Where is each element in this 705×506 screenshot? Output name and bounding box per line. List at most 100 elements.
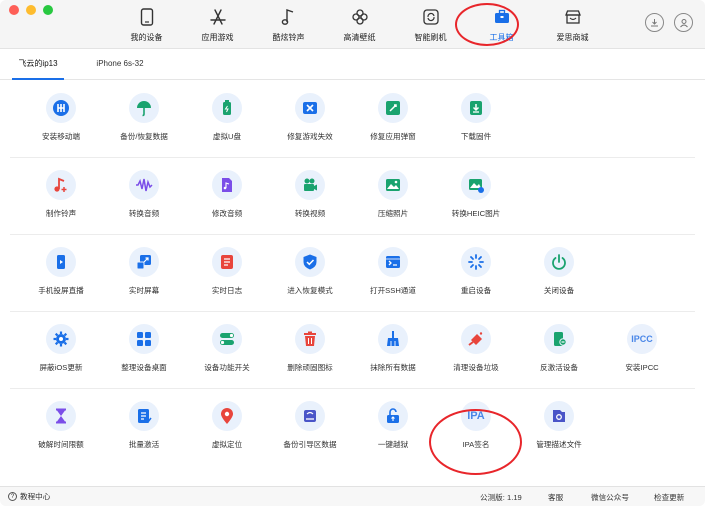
music-note-icon [279, 7, 299, 27]
tool-compress-photo[interactable]: 压缩照片 [351, 157, 435, 234]
tool-virtual-location[interactable]: 虚拟定位 [185, 388, 269, 465]
tutorial-center-link[interactable]: ? 教程中心 [8, 491, 50, 502]
nav-wallpapers[interactable]: 高清壁纸 [324, 0, 395, 48]
flower-icon [350, 7, 370, 27]
tool-label: 打开SSH通道 [370, 286, 416, 295]
window-controls [9, 5, 53, 15]
screen-arrow-icon [129, 247, 159, 277]
tool-row: 破解时间限额 批量激活 虚拟定位 备份引导区数据 一键越狱 IPA IPA签名 … [10, 388, 695, 465]
status-bar: ? 教程中心 公测版: 1.19 客服 微信公众号 检查更新 [0, 486, 705, 506]
tool-row: 制作铃声 转换音频 修改音频 转换视频 压缩照片 转换HEIC图片 [10, 157, 695, 235]
tool-delete-stubborn-icon[interactable]: 删除顽固图标 [268, 311, 352, 388]
tool-open-ssh[interactable]: 打开SSH通道 [351, 234, 435, 311]
phone-cast-icon [46, 247, 76, 277]
profile-gear-icon [544, 401, 574, 431]
tool-ipa-sign[interactable]: IPA IPA签名 [434, 388, 518, 465]
tool-label: 修复应用弹窗 [370, 132, 416, 141]
tool-convert-video[interactable]: 转换视频 [268, 157, 352, 234]
tool-label: 压缩照片 [377, 209, 409, 218]
tool-make-ringtone[interactable]: 制作铃声 [19, 157, 103, 234]
tool-deactivate-device[interactable]: 反激活设备 [517, 311, 601, 388]
tool-label: 下载固件 [460, 132, 492, 141]
tool-convert-heic[interactable]: 转换HEIC图片 [434, 157, 518, 234]
nav-label: 高清壁纸 [343, 33, 376, 42]
tool-label: 批量激活 [128, 440, 160, 449]
nav-label: 工具箱 [489, 33, 514, 42]
nav-store[interactable]: 爱思商城 [537, 0, 608, 48]
toggle-icon [212, 324, 242, 354]
tool-realtime-log[interactable]: 实时日志 [185, 234, 269, 311]
tutorial-center-label: 教程中心 [20, 492, 51, 501]
tool-backup-boot-data[interactable]: 备份引导区数据 [268, 388, 352, 465]
tool-label: 备份引导区数据 [283, 440, 337, 449]
tool-label: 删除顽固图标 [287, 363, 333, 372]
log-icon [212, 247, 242, 277]
tool-batch-activate[interactable]: 批量激活 [102, 388, 186, 465]
tool-label: 安装IPCC [625, 363, 659, 372]
nav-apps-games[interactable]: 应用游戏 [182, 0, 253, 48]
tool-backup-restore[interactable]: 备份/恢复数据 [102, 80, 186, 157]
download-icon[interactable] [645, 13, 664, 32]
tool-label: 修改音频 [211, 209, 243, 218]
minimize-window-button[interactable] [26, 5, 36, 15]
power-icon [544, 247, 574, 277]
tool-clean-junk[interactable]: 清理设备垃圾 [434, 311, 518, 388]
tool-restart-device[interactable]: 重启设备 [434, 234, 518, 311]
tool-virtual-udisk[interactable]: 虚拟U盘 [185, 80, 269, 157]
tool-fix-popup[interactable]: 修复应用弹窗 [351, 80, 435, 157]
customer-service-link[interactable]: 客服 [548, 492, 563, 503]
tab-device-ip13[interactable]: 飞云的ip13 [12, 49, 64, 80]
nav-label: 我的设备 [130, 33, 163, 42]
tool-convert-audio[interactable]: 转换音频 [102, 157, 186, 234]
tool-organize-desktop[interactable]: 整理设备桌面 [102, 311, 186, 388]
tool-one-click-jailbreak[interactable]: 一键越狱 [351, 388, 435, 465]
tool-manage-profiles[interactable]: 管理描述文件 [517, 388, 601, 465]
tool-shutdown-device[interactable]: 关闭设备 [517, 234, 601, 311]
wechat-link[interactable]: 微信公众号 [591, 492, 629, 503]
tool-label: 虚拟定位 [211, 440, 243, 449]
nav-toolbox[interactable]: 工具箱 [466, 0, 537, 48]
trash-icon [295, 324, 325, 354]
tool-recovery-mode[interactable]: 进入恢复模式 [268, 234, 352, 311]
app-store-icon [208, 7, 228, 27]
toolbox-icon [492, 7, 512, 27]
audio-file-icon [212, 170, 242, 200]
tab-device-iphone6s[interactable]: iPhone 6s-32 [84, 49, 156, 79]
tool-label: 备份/恢复数据 [120, 132, 168, 141]
tool-fix-game[interactable]: 修复游戏失效 [268, 80, 352, 157]
nav-ringtones[interactable]: 酷炫铃声 [253, 0, 324, 48]
tool-erase-all-data[interactable]: 抹除所有数据 [351, 311, 435, 388]
tool-screen-cast[interactable]: 手机投屏直播 [19, 234, 103, 311]
tool-block-ios-update[interactable]: 屏蔽iOS更新 [19, 311, 103, 388]
zoom-window-button[interactable] [43, 5, 53, 15]
tool-label: 抹除所有数据 [370, 363, 416, 372]
tool-realtime-screen[interactable]: 实时屏幕 [102, 234, 186, 311]
tool-edit-audio[interactable]: 修改音频 [185, 157, 269, 234]
tool-label: 整理设备桌面 [121, 363, 167, 372]
tool-label: 实时屏幕 [128, 286, 160, 295]
tool-download-firmware[interactable]: 下载固件 [434, 80, 518, 157]
nav-label: 应用游戏 [201, 33, 234, 42]
broom-icon [378, 324, 408, 354]
tool-install-ipcc[interactable]: IPCC 安装IPCC [600, 311, 684, 388]
nav-flash[interactable]: 智能刷机 [395, 0, 466, 48]
user-icon[interactable] [674, 13, 693, 32]
tool-label: 虚拟U盘 [212, 132, 242, 141]
close-window-button[interactable] [9, 5, 19, 15]
waveform-icon [129, 170, 159, 200]
version-label: 公测版: 1.19 [480, 493, 522, 502]
tool-feature-switch[interactable]: 设备功能开关 [185, 311, 269, 388]
tool-install-mobile[interactable]: 安装移动端 [19, 80, 103, 157]
nav-my-device[interactable]: 我的设备 [111, 0, 182, 48]
check-update-link[interactable]: 检查更新 [654, 492, 684, 503]
nav-label: 智能刷机 [414, 33, 447, 42]
spinner-icon [461, 247, 491, 277]
umbrella-icon [129, 93, 159, 123]
usb-drive-icon [212, 93, 242, 123]
tool-label: 实时日志 [211, 286, 243, 295]
tool-label: 管理描述文件 [536, 440, 582, 449]
toolbar: 我的设备 应用游戏 酷炫铃声 高清壁纸 智能刷机 工具箱 爱思商城 [0, 0, 705, 49]
ipa-icon-text: IPA [467, 410, 485, 422]
tool-crack-screen-time[interactable]: 破解时间限额 [19, 388, 103, 465]
app-repair-icon [378, 93, 408, 123]
